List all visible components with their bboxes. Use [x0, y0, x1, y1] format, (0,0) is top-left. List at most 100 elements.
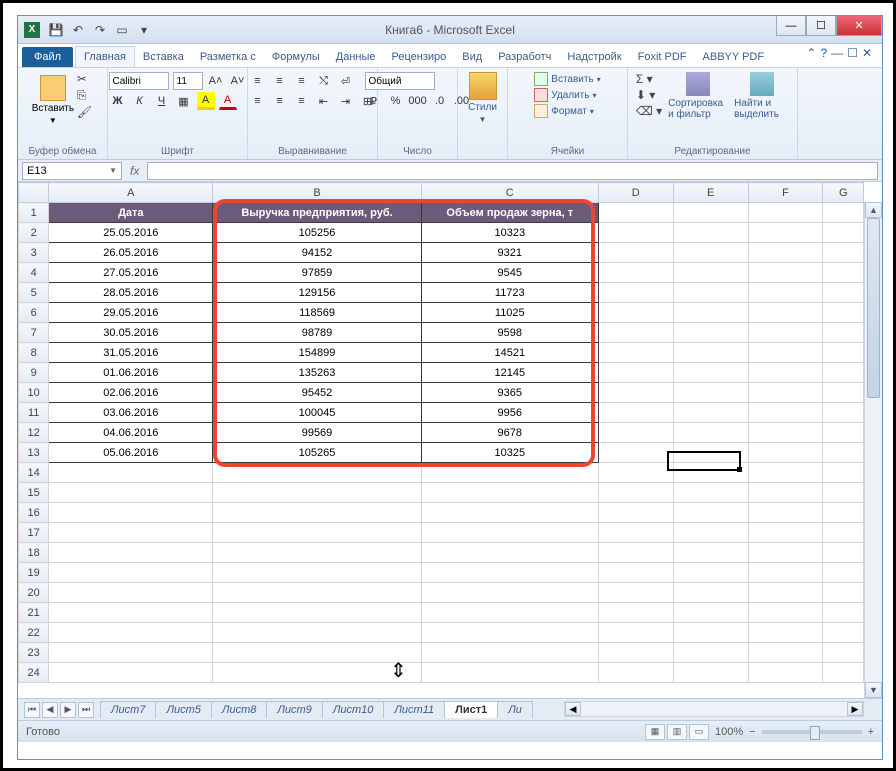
cell-C12[interactable]: 9678 [421, 423, 598, 443]
cell-G17[interactable] [823, 523, 864, 543]
cell-E12[interactable] [673, 423, 748, 443]
cell-B11[interactable]: 100045 [213, 403, 421, 423]
border-icon[interactable]: ▦ [175, 92, 193, 110]
ribbon-tab-9[interactable]: Foxit PDF [630, 47, 695, 67]
sheet-tab-5[interactable]: Лист11 [383, 701, 445, 718]
cell-F18[interactable] [748, 543, 823, 563]
cell-G3[interactable] [823, 243, 864, 263]
cell-B20[interactable] [213, 583, 421, 603]
align-right-icon[interactable]: ≡ [293, 92, 311, 110]
cell-A21[interactable] [49, 603, 213, 623]
cell-G13[interactable] [823, 443, 864, 463]
cell-F12[interactable] [748, 423, 823, 443]
cell-F3[interactable] [748, 243, 823, 263]
row-23[interactable]: 23 [19, 643, 49, 663]
cell-E10[interactable] [673, 383, 748, 403]
scroll-up-icon[interactable]: ▲ [865, 202, 882, 218]
cell-F9[interactable] [748, 363, 823, 383]
cell-D1[interactable] [598, 203, 673, 223]
fill-color-icon[interactable]: A [197, 92, 215, 110]
cell-C15[interactable] [421, 483, 598, 503]
cell-E2[interactable] [673, 223, 748, 243]
doc-restore-icon[interactable]: ☐ [847, 46, 858, 60]
cell-D8[interactable] [598, 343, 673, 363]
cell-B1[interactable]: Выручка предприятия, руб. [213, 203, 421, 223]
cell-C5[interactable]: 11723 [421, 283, 598, 303]
cell-G5[interactable] [823, 283, 864, 303]
cell-B7[interactable]: 98789 [213, 323, 421, 343]
cell-A20[interactable] [49, 583, 213, 603]
cell-A24[interactable] [49, 663, 213, 683]
cell-A6[interactable]: 29.05.2016 [49, 303, 213, 323]
row-22[interactable]: 22 [19, 623, 49, 643]
cell-F11[interactable] [748, 403, 823, 423]
cell-D13[interactable] [598, 443, 673, 463]
cell-C22[interactable] [421, 623, 598, 643]
shrink-font-icon[interactable]: A˅ [229, 72, 247, 90]
select-all[interactable] [19, 183, 49, 203]
cell-A14[interactable] [49, 463, 213, 483]
delete-cells-button[interactable]: Удалить ▾ [534, 88, 600, 102]
minimize-ribbon-icon[interactable]: ⌃ [806, 46, 816, 60]
row-13[interactable]: 13 [19, 443, 49, 463]
cell-C6[interactable]: 11025 [421, 303, 598, 323]
orientation-icon[interactable]: ⤭ [315, 72, 333, 90]
cell-E22[interactable] [673, 623, 748, 643]
cell-D14[interactable] [598, 463, 673, 483]
indent-dec-icon[interactable]: ⇤ [315, 92, 333, 110]
row-10[interactable]: 10 [19, 383, 49, 403]
cell-F21[interactable] [748, 603, 823, 623]
cell-G2[interactable] [823, 223, 864, 243]
cell-F2[interactable] [748, 223, 823, 243]
cell-D24[interactable] [598, 663, 673, 683]
row-3[interactable]: 3 [19, 243, 49, 263]
cell-D19[interactable] [598, 563, 673, 583]
wrap-text-icon[interactable]: ⏎ [337, 72, 355, 90]
cell-A13[interactable]: 05.06.2016 [49, 443, 213, 463]
row-6[interactable]: 6 [19, 303, 49, 323]
copy-icon[interactable]: ⎘ [77, 88, 92, 103]
cell-G4[interactable] [823, 263, 864, 283]
cell-D20[interactable] [598, 583, 673, 603]
cell-F13[interactable] [748, 443, 823, 463]
cell-E6[interactable] [673, 303, 748, 323]
cell-F20[interactable] [748, 583, 823, 603]
horizontal-scrollbar[interactable]: ◀ ▶ [564, 701, 864, 717]
sheet-tab-7[interactable]: Ли [497, 701, 533, 718]
row-18[interactable]: 18 [19, 543, 49, 563]
row-7[interactable]: 7 [19, 323, 49, 343]
file-tab[interactable]: Файл [22, 47, 73, 67]
cell-G21[interactable] [823, 603, 864, 623]
tab-next-icon[interactable]: ▶ [60, 702, 76, 718]
maximize-button[interactable]: ☐ [806, 16, 836, 36]
cell-G15[interactable] [823, 483, 864, 503]
cell-F22[interactable] [748, 623, 823, 643]
tab-last-icon[interactable]: ⏭ [78, 702, 94, 718]
cell-G24[interactable] [823, 663, 864, 683]
cell-E17[interactable] [673, 523, 748, 543]
ribbon-tab-10[interactable]: ABBYY PDF [695, 47, 773, 67]
cell-F8[interactable] [748, 343, 823, 363]
cell-B24[interactable] [213, 663, 421, 683]
ribbon-tab-0[interactable]: Главная [75, 46, 135, 67]
cell-D2[interactable] [598, 223, 673, 243]
cell-F4[interactable] [748, 263, 823, 283]
cell-C16[interactable] [421, 503, 598, 523]
bold-icon[interactable]: Ж [109, 92, 127, 110]
ribbon-tab-2[interactable]: Разметка с [192, 47, 264, 67]
cell-D7[interactable] [598, 323, 673, 343]
tab-first-icon[interactable]: ⏮ [24, 702, 40, 718]
col-G[interactable]: G [823, 183, 864, 203]
cell-E5[interactable] [673, 283, 748, 303]
percent-icon[interactable]: % [387, 92, 405, 110]
cell-D16[interactable] [598, 503, 673, 523]
col-E[interactable]: E [673, 183, 748, 203]
number-format[interactable] [365, 72, 435, 90]
zoom-in-icon[interactable]: + [868, 726, 874, 738]
cell-E3[interactable] [673, 243, 748, 263]
insert-cells-button[interactable]: Вставить ▾ [534, 72, 600, 86]
cell-A23[interactable] [49, 643, 213, 663]
currency-icon[interactable]: ₽ [365, 92, 383, 110]
cell-E24[interactable] [673, 663, 748, 683]
ribbon-tab-8[interactable]: Надстройк [559, 47, 629, 67]
